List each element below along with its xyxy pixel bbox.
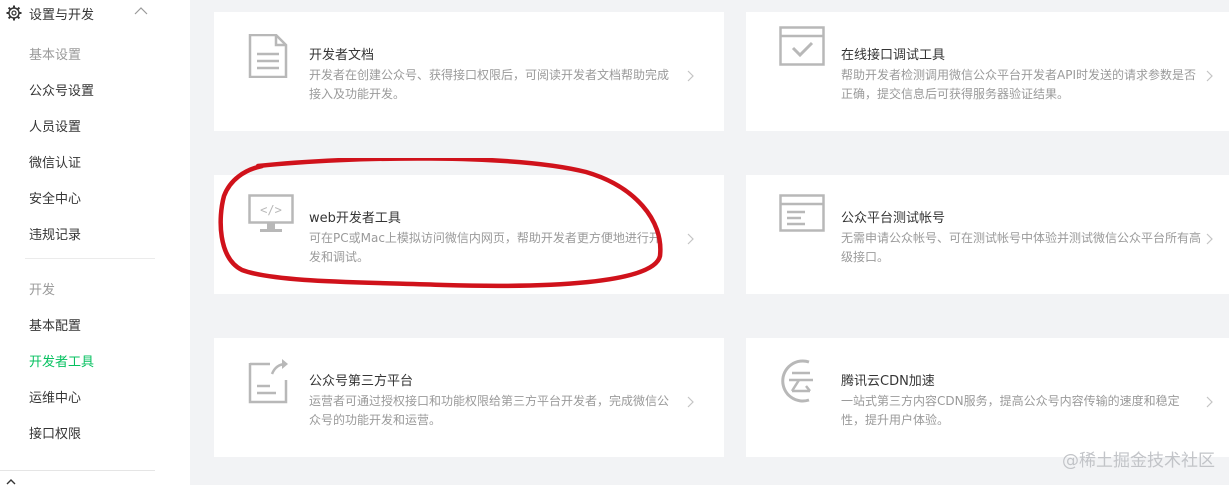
chevron-right-icon (687, 396, 694, 408)
sidebar-item-violations[interactable]: 违规记录 (29, 224, 81, 243)
card-test-account[interactable]: 公众平台测试帐号 无需申请公众帐号、可在测试帐号中体验并测试微信公众平台所有高级… (746, 175, 1229, 294)
sidebar-item-basic-config[interactable]: 基本配置 (29, 315, 81, 334)
chevron-right-icon (687, 70, 694, 82)
monitor-code-icon: </> (248, 194, 294, 232)
chevron-right-icon (1206, 233, 1213, 245)
sidebar-header[interactable]: 设置与开发 (0, 0, 190, 28)
browser-list-icon (779, 194, 825, 232)
document-icon (248, 34, 288, 78)
card-description: 无需申请公众帐号、可在测试帐号中体验并测试微信公众平台所有高级接口。 (841, 231, 1202, 264)
card-developer-docs[interactable]: 开发者文档 开发者在创建公众号、获得接口权限后，可阅读开发者文档帮助完成接入及功… (214, 12, 724, 131)
card-web-dev-tools[interactable]: </> web开发者工具 可在PC或Mac上模拟访问微信内网页，帮助开发者更方便… (214, 175, 724, 294)
card-third-party-platform[interactable]: 公众号第三方平台 运营者可通过授权接口和功能权限给第三方平台开发者，完成微信公众… (214, 338, 724, 457)
chevron-right-icon (1206, 70, 1213, 82)
sidebar-item-ops-center[interactable]: 运维中心 (29, 387, 81, 406)
watermark-text: @稀土掘金技术社区 (1062, 451, 1215, 471)
browser-check-icon (779, 26, 825, 66)
card-title: web开发者工具 (309, 211, 401, 226)
sidebar-item-dev-tools[interactable]: 开发者工具 (29, 351, 94, 370)
card-description: 可在PC或Mac上模拟访问微信内网页，帮助开发者更方便地进行开发和调试。 (309, 231, 661, 264)
card-title: 在线接口调试工具 (841, 48, 946, 63)
next-group-icon (6, 479, 16, 485)
card-description: 帮助开发者检测调用微信公众平台开发者API时发送的请求参数是否正确，提交信息后可… (841, 68, 1196, 101)
card-online-api-debug[interactable]: 在线接口调试工具 帮助开发者检测调用微信公众平台开发者API时发送的请求参数是否… (746, 12, 1229, 131)
card-title: 腾讯云CDN加速 (841, 374, 935, 389)
sidebar-item-wechat-verify[interactable]: 微信认证 (29, 152, 81, 171)
gear-icon (6, 5, 22, 21)
sidebar-divider (25, 258, 155, 259)
group-title-dev: 开发 (29, 283, 56, 298)
card-description: 开发者在创建公众号、获得接口权限后，可阅读开发者文档帮助完成接入及功能开发。 (309, 68, 670, 101)
chevron-up-icon[interactable] (134, 6, 148, 16)
document-share-icon (248, 359, 288, 404)
sidebar: 设置与开发 基本设置 公众号设置 人员设置 微信认证 安全中心 违规记录 开发 … (0, 0, 190, 485)
sidebar-bottom-divider (0, 470, 155, 471)
sidebar-item-staff-settings[interactable]: 人员设置 (29, 116, 81, 135)
cloud-logo-icon (781, 359, 813, 403)
card-title: 公众号第三方平台 (309, 374, 414, 389)
sidebar-item-api-permissions[interactable]: 接口权限 (29, 423, 81, 442)
sidebar-item-account-settings[interactable]: 公众号设置 (29, 80, 94, 99)
chevron-right-icon (1206, 396, 1213, 408)
sidebar-header-title: 设置与开发 (29, 8, 95, 23)
card-title: 公众平台测试帐号 (841, 211, 946, 226)
group-title-basic: 基本设置 (29, 48, 82, 63)
card-tencent-cdn[interactable]: 腾讯云CDN加速 一站式第三方内容CDN服务，提高公众号内容传输的速度和稳定性，… (746, 338, 1229, 457)
chevron-right-icon (687, 233, 694, 245)
card-title: 开发者文档 (309, 48, 375, 63)
card-description: 运营者可通过授权接口和功能权限给第三方平台开发者，完成微信公众号的功能开发和运营… (309, 394, 670, 427)
sidebar-item-security[interactable]: 安全中心 (29, 188, 81, 207)
card-description: 一站式第三方内容CDN服务，提高公众号内容传输的速度和稳定性，提升用户体验。 (841, 394, 1180, 427)
svg-text:</>: </> (260, 203, 282, 217)
